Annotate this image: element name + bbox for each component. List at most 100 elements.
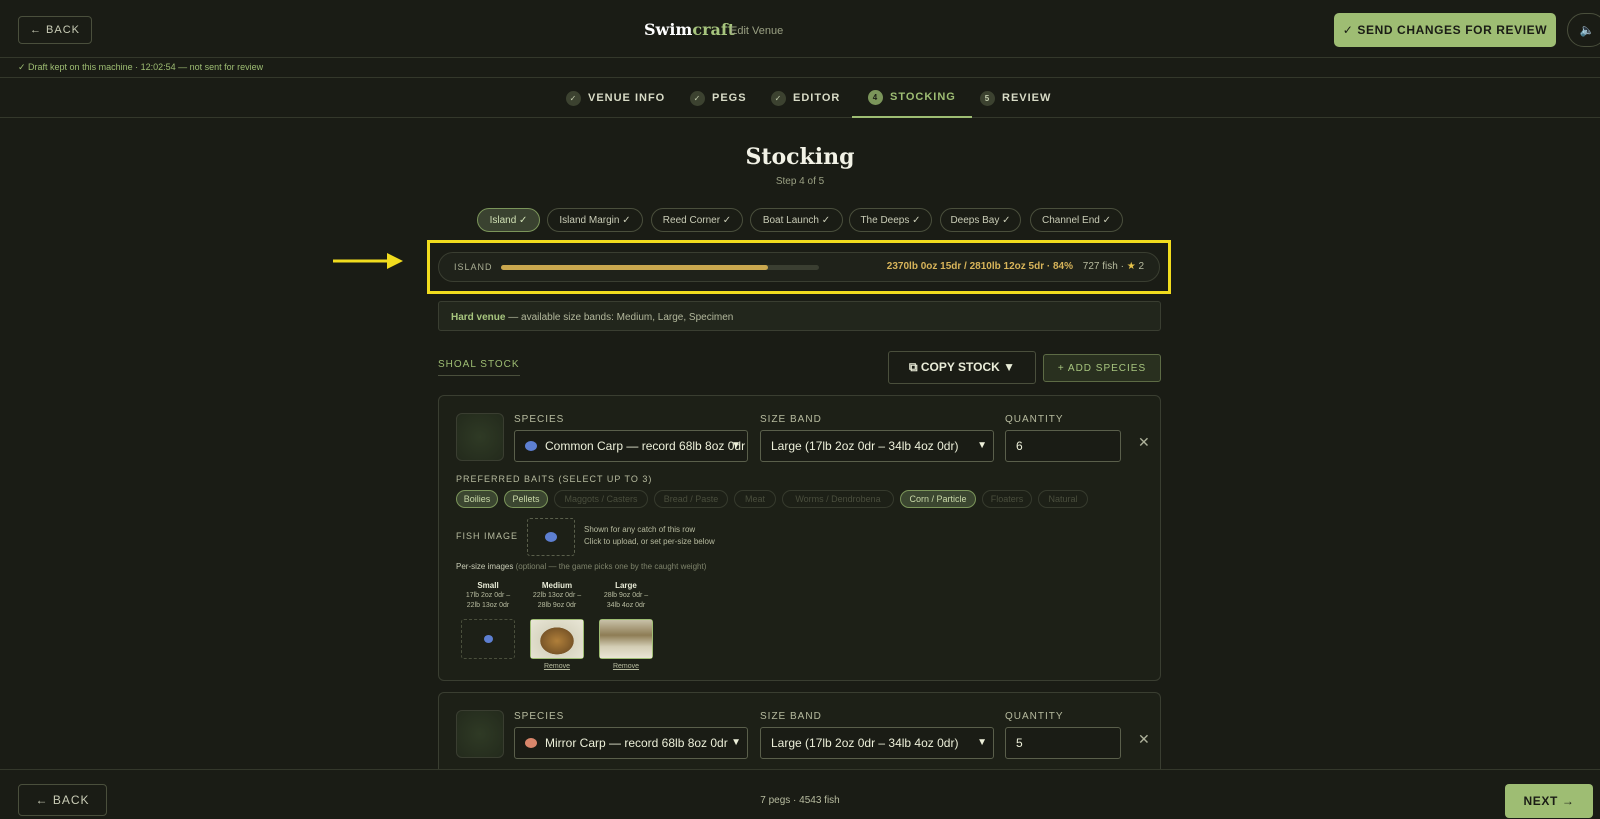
species-value: Common Carp — record 68lb 8oz 0dr <box>545 439 746 453</box>
brand-logo: Swimcraft <box>644 20 735 39</box>
fish-image-upload[interactable] <box>527 518 575 556</box>
star-icon: ★ <box>1126 261 1136 272</box>
quantity-input[interactable]: 6 <box>1005 430 1121 462</box>
fish-count-text: 727 fish · <box>1082 261 1124 272</box>
next-button[interactable]: NEXT → <box>1505 784 1593 818</box>
footer-bar: ← BACK 7 pegs · 4543 fish NEXT → <box>0 769 1600 819</box>
check-icon: ✓ <box>690 90 705 106</box>
copy-stock-button[interactable]: ⧉ COPY STOCK ▼ <box>888 351 1036 384</box>
tab-pegs[interactable]: ✓ PEGS <box>690 78 747 118</box>
stock-progress-fill <box>501 265 769 270</box>
page-title: Stocking <box>745 144 855 170</box>
tab-label: PEGS <box>712 92 747 104</box>
add-species-button[interactable]: + ADD SPECIES <box>1043 354 1161 382</box>
size-band-label: SIZE BAND <box>760 414 822 425</box>
tab-stocking[interactable]: 4 STOCKING <box>852 78 972 118</box>
peg-the-deeps[interactable]: The Deeps ✓ <box>849 208 932 232</box>
size-band-label: SIZE BAND <box>760 711 822 722</box>
size-name: Large <box>615 581 637 590</box>
size-band-value: Large (17lb 2oz 0dr – 34lb 4oz 0dr) <box>771 736 959 750</box>
species-select[interactable]: Common Carp — record 68lb 8oz 0dr ▼ <box>514 430 748 462</box>
step-badge: 4 <box>868 89 883 105</box>
baits-label: PREFERRED BAITS (SELECT UP TO 3) <box>456 474 653 484</box>
peg-stock-summary: ISLAND 2370lb 0oz 15dr / 2810lb 12oz 5dr… <box>438 252 1160 282</box>
close-icon[interactable]: ✕ <box>1138 434 1150 451</box>
draft-status: ✓ Draft kept on this machine · 12:02:54 … <box>18 62 264 72</box>
tab-review[interactable]: 5 REVIEW <box>980 78 1051 118</box>
brand-main: Swim <box>644 20 693 39</box>
per-size-optional: (optional — the game picks one by the ca… <box>513 562 707 571</box>
upload-hint-line: Click to upload, or set per-size below <box>584 537 715 546</box>
size-name: Small <box>477 581 499 590</box>
size-name: Medium <box>541 581 573 590</box>
peg-channel-end[interactable]: Channel End ✓ <box>1030 208 1123 232</box>
top-bar: ← BACK Swimcraft Edit Venue ✓ SEND CHANG… <box>0 0 1600 58</box>
bait-worms[interactable]: Worms / Dendrobena <box>782 490 894 508</box>
page-subtitle: Edit Venue <box>730 25 784 37</box>
chevron-down-icon: ▼ <box>977 737 987 748</box>
back-button[interactable]: ← BACK <box>18 16 92 44</box>
size-band-select[interactable]: Large (17lb 2oz 0dr – 34lb 4oz 0dr) ▼ <box>760 727 994 759</box>
species-thumbnail <box>456 710 504 758</box>
peg-boat-launch[interactable]: Boat Launch ✓ <box>750 208 843 232</box>
species-label: SPECIES <box>514 414 565 425</box>
size-band-value: Large (17lb 2oz 0dr – 34lb 4oz 0dr) <box>771 439 959 453</box>
size-range: 17lb 2oz 0dr – <box>465 592 511 599</box>
remove-link[interactable]: Remove <box>594 663 658 670</box>
per-size-title: Per-size images <box>456 562 514 571</box>
send-changes-button[interactable]: ✓ SEND CHANGES FOR REVIEW <box>1334 13 1556 47</box>
stock-progress-bar <box>501 265 819 270</box>
bait-bread[interactable]: Bread / Paste <box>654 490 728 508</box>
species-label: SPECIES <box>514 711 565 722</box>
tab-editor[interactable]: ✓ EDITOR <box>771 78 840 118</box>
size-image-upload[interactable] <box>599 619 653 659</box>
sound-icon[interactable]: 🔈 <box>1567 13 1600 47</box>
close-icon[interactable]: ✕ <box>1138 731 1150 748</box>
bait-maggots[interactable]: Maggots / Casters <box>554 490 648 508</box>
tab-venue-info[interactable]: ✓ VENUE INFO <box>566 78 665 118</box>
chevron-down-icon: ▼ <box>731 440 741 451</box>
bait-boilies[interactable]: Boilies <box>456 490 498 508</box>
peg-island-margin[interactable]: Island Margin ✓ <box>547 208 643 232</box>
size-range: 28lb 9oz 0dr – <box>603 592 649 599</box>
size-image-medium: Medium 22lb 13oz 0dr – 28lb 9oz 0dr Remo… <box>525 581 589 671</box>
remove-link[interactable]: Remove <box>525 663 589 670</box>
tab-label: VENUE INFO <box>588 92 666 104</box>
upload-hint-line: Shown for any catch of this row <box>584 525 696 534</box>
peg-deeps-bay[interactable]: Deeps Bay ✓ <box>940 208 1021 232</box>
size-image-upload[interactable] <box>461 619 515 659</box>
bait-natural[interactable]: Natural <box>1038 490 1088 508</box>
section-title: SHOAL STOCK <box>438 359 520 376</box>
tab-label: REVIEW <box>1002 92 1052 104</box>
species-select[interactable]: Mirror Carp — record 68lb 8oz 0dr ▼ <box>514 727 748 759</box>
size-range: 34lb 4oz 0dr <box>606 602 646 609</box>
fish-image-label: FISH IMAGE <box>456 531 519 541</box>
species-value: Mirror Carp — record 68lb 8oz 0dr <box>545 736 728 750</box>
venue-stats: 7 pegs · 4543 fish <box>760 795 840 806</box>
fish-icon <box>483 635 493 643</box>
brand-accent: craft <box>692 20 736 39</box>
peg-reed-corner[interactable]: Reed Corner ✓ <box>651 208 743 232</box>
per-size-label: Per-size images (optional — the game pic… <box>456 562 706 571</box>
species-row: SPECIES Common Carp — record 68lb 8oz 0d… <box>438 395 1161 681</box>
stock-weight: 2370lb 0oz 15dr / 2810lb 12oz 5dr · 84% <box>886 261 1073 272</box>
carp-image <box>600 620 652 658</box>
step-indicator: Step 4 of 5 <box>775 176 825 187</box>
check-icon: ✓ <box>566 90 581 106</box>
peg-island[interactable]: Island ✓ <box>477 208 540 232</box>
step-tabs: ✓ VENUE INFO ✓ PEGS ✓ EDITOR 4 STOCKING 5 REV… <box>0 78 1600 118</box>
species-thumbnail <box>456 413 504 461</box>
venue-difficulty: Hard venue <box>451 312 506 323</box>
bait-meat[interactable]: Meat <box>734 490 776 508</box>
step-badge: 5 <box>980 90 995 106</box>
fish-icon <box>545 532 557 542</box>
carp-image <box>531 620 583 658</box>
quantity-input[interactable]: 5 <box>1005 727 1121 759</box>
size-image-upload[interactable] <box>530 619 584 659</box>
bait-floaters[interactable]: Floaters <box>982 490 1032 508</box>
size-band-select[interactable]: Large (17lb 2oz 0dr – 34lb 4oz 0dr) ▼ <box>760 430 994 462</box>
bait-corn[interactable]: Corn / Particle <box>900 490 976 508</box>
tab-label: STOCKING <box>890 91 956 103</box>
bait-pellets[interactable]: Pellets <box>504 490 548 508</box>
chevron-down-icon: ▼ <box>977 440 987 451</box>
